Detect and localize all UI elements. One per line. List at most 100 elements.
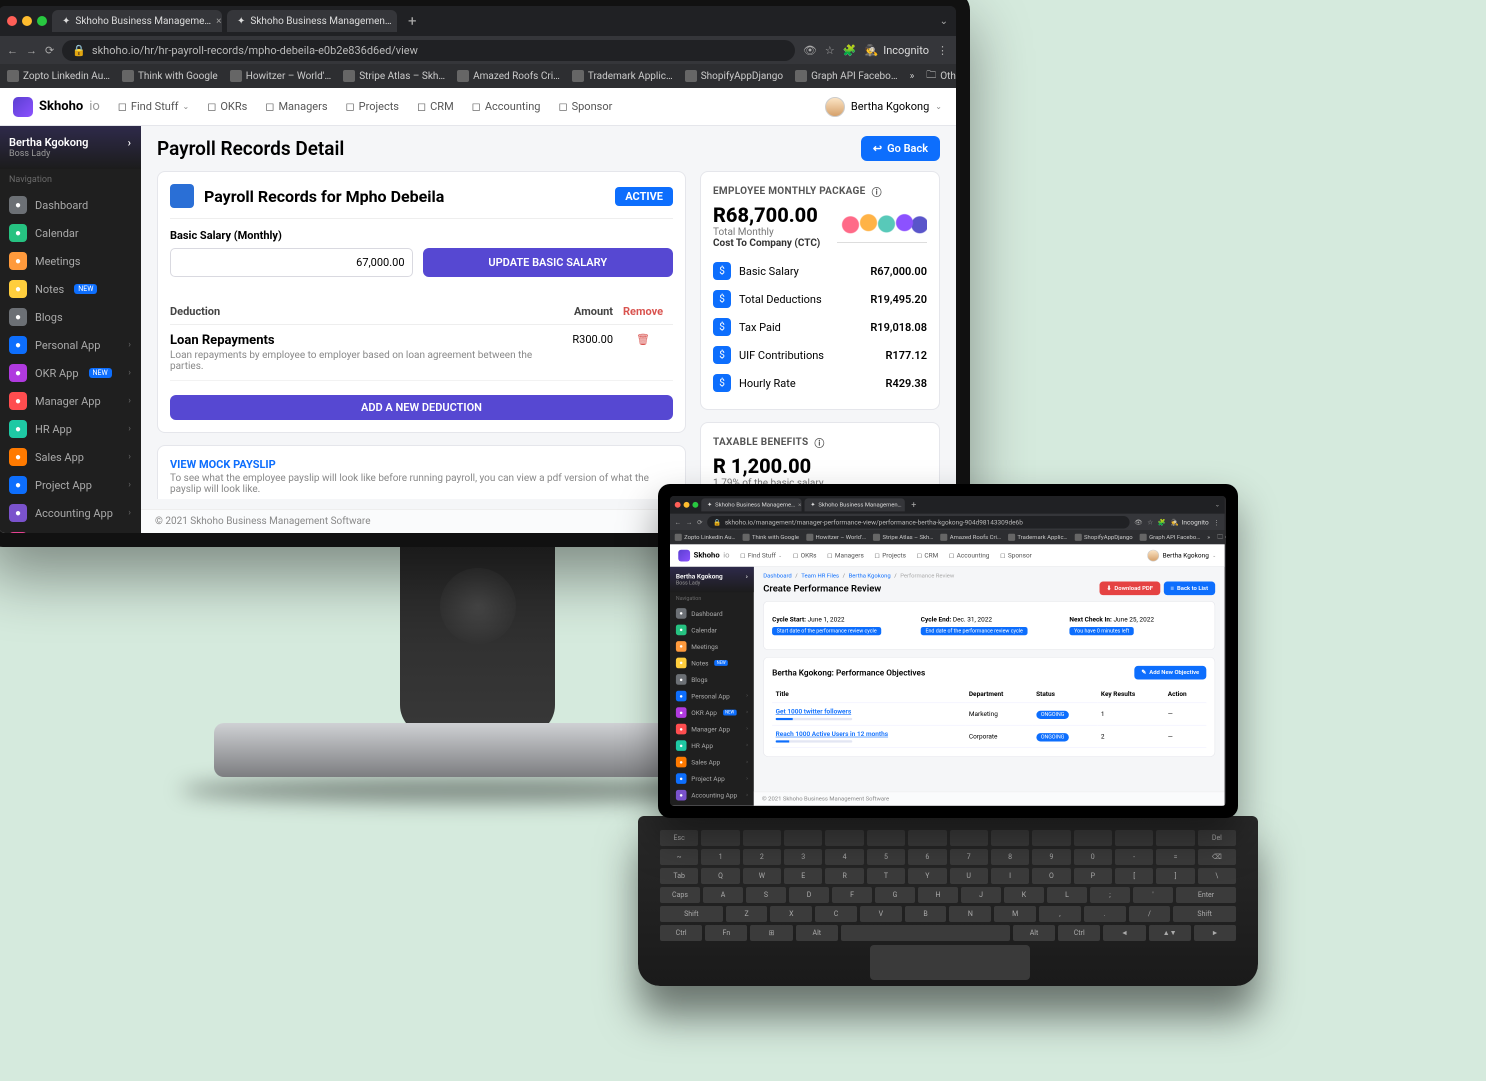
sidebar-item[interactable]: ●Personal App› bbox=[670, 688, 754, 705]
sidebar-item[interactable]: ●Personal App› bbox=[0, 331, 141, 359]
back-to-list-button[interactable]: ≡ Back to List bbox=[1164, 582, 1216, 596]
extensions-icon[interactable]: 🧩 bbox=[843, 44, 857, 57]
objective-link[interactable]: Get 1000 twitter followers bbox=[776, 708, 852, 716]
sidebar-item[interactable]: ●Project App› bbox=[670, 770, 754, 787]
window-maximize-icon[interactable] bbox=[37, 16, 47, 26]
topnav-item[interactable]: ◻OKRs bbox=[793, 551, 817, 559]
info-icon[interactable]: ⓘ bbox=[872, 184, 882, 199]
topnav-item[interactable]: ◻CRM bbox=[417, 100, 454, 113]
tab-close-icon[interactable]: × bbox=[216, 16, 221, 27]
reload-icon[interactable]: ⟳ bbox=[697, 518, 702, 526]
window-minimize-icon[interactable] bbox=[684, 502, 690, 508]
topnav-item[interactable]: ◻Projects bbox=[346, 100, 399, 113]
bookmark-item[interactable]: Graph API Facebo… bbox=[795, 70, 897, 82]
breadcrumb-link[interactable]: Bertha Kgokong bbox=[849, 573, 891, 579]
window-minimize-icon[interactable] bbox=[22, 16, 32, 26]
sidebar-item[interactable]: ●Project App› bbox=[0, 471, 141, 499]
info-icon[interactable]: ⓘ bbox=[814, 435, 824, 450]
go-back-button[interactable]: ↩Go Back bbox=[861, 136, 940, 161]
sidebar-item[interactable]: ●Accounting App› bbox=[0, 499, 141, 527]
add-objective-button[interactable]: ✎ Add New Objective bbox=[1134, 666, 1206, 680]
sidebar-user[interactable]: Bertha Kgokong› bbox=[9, 136, 131, 149]
sidebar-item[interactable]: ●Manager App› bbox=[670, 721, 754, 738]
menu-icon[interactable]: ⋮ bbox=[937, 44, 948, 57]
user-menu[interactable]: Bertha Kgokong⌄ bbox=[1147, 549, 1216, 561]
eye-off-icon[interactable]: 👁 bbox=[803, 44, 817, 57]
bookmark-item[interactable]: Howitzer – World'… bbox=[806, 534, 866, 541]
topnav-item[interactable]: ◻Managers bbox=[827, 551, 864, 559]
add-deduction-button[interactable]: ADD A NEW DEDUCTION bbox=[170, 395, 673, 420]
download-pdf-button[interactable]: ⬇ Download PDF bbox=[1099, 582, 1160, 596]
view-payslip-link[interactable]: VIEW MOCK PAYSLIP bbox=[170, 458, 673, 471]
topnav-item[interactable]: ◻Accounting bbox=[472, 100, 541, 113]
bookmark-item[interactable]: Zopto Linkedin Au… bbox=[7, 70, 110, 82]
bookmark-item[interactable]: ShopifyAppDjango bbox=[1075, 534, 1133, 541]
bookmark-item[interactable]: Graph API Facebo… bbox=[1140, 534, 1200, 541]
sidebar-item[interactable]: ●HR App› bbox=[670, 737, 754, 754]
forward-icon[interactable]: → bbox=[686, 518, 692, 526]
basic-salary-input[interactable] bbox=[170, 248, 413, 277]
reload-icon[interactable]: ⟳ bbox=[45, 44, 54, 57]
browser-tab[interactable]: ✦Skhoho Business Managemen…× bbox=[227, 10, 397, 32]
bookmark-item[interactable]: Trademark Applic… bbox=[1008, 534, 1068, 541]
sidebar-item[interactable]: ●Dashboard bbox=[0, 191, 141, 219]
breadcrumb-link[interactable]: Team HR Files bbox=[801, 573, 839, 579]
user-menu[interactable]: Bertha Kgokong ⌄ bbox=[825, 97, 942, 117]
sidebar-item[interactable]: ●Meetings bbox=[670, 638, 754, 655]
back-icon[interactable]: ← bbox=[675, 518, 681, 526]
trash-icon[interactable]: 🗑 bbox=[613, 333, 673, 372]
breadcrumb-link[interactable]: Dashboard bbox=[763, 573, 792, 579]
topnav-item[interactable]: ◻Managers bbox=[265, 100, 327, 113]
bookmark-item[interactable]: Amazed Roofs Cri… bbox=[940, 534, 1001, 541]
browser-tab[interactable]: ✦Skhoho Business Managemen…× bbox=[805, 498, 905, 511]
sidebar-item[interactable]: ●Sponsor› bbox=[670, 803, 754, 805]
topnav-item[interactable]: ◻Projects bbox=[874, 551, 906, 559]
new-tab-button[interactable]: + bbox=[402, 12, 423, 30]
bookmark-item[interactable]: Think with Google bbox=[122, 70, 218, 82]
tabs-menu-icon[interactable]: ⌄ bbox=[940, 16, 948, 27]
sidebar-item[interactable]: ●Blogs bbox=[0, 303, 141, 331]
sidebar-item[interactable]: ●HR App› bbox=[0, 415, 141, 443]
sidebar-item[interactable]: ●Blogs bbox=[670, 671, 754, 688]
other-bookmarks[interactable]: 🗀 Other Bookmarks bbox=[1217, 532, 1226, 542]
sidebar-item[interactable]: ●NotesNEW bbox=[670, 655, 754, 672]
sidebar-item[interactable]: ●NotesNEW bbox=[0, 275, 141, 303]
other-bookmarks[interactable]: 🗀 Other Bookmarks bbox=[926, 68, 956, 85]
bookmark-item[interactable]: Howitzer – World'… bbox=[230, 70, 331, 82]
sidebar-item[interactable]: ●OKR AppNEW› bbox=[0, 359, 141, 387]
brand-logo[interactable]: Skhohoio bbox=[678, 549, 729, 561]
browser-tab[interactable]: ✦Skhoho Business Manageme…× bbox=[52, 10, 222, 32]
url-field[interactable]: 🔒skhoho.io/management/manager-performanc… bbox=[707, 516, 1129, 528]
objective-link[interactable]: Reach 1000 Active Users in 12 months bbox=[776, 730, 888, 738]
window-close-icon[interactable] bbox=[7, 16, 17, 26]
sidebar-item[interactable]: ●Meetings bbox=[0, 247, 141, 275]
topnav-item[interactable]: ◻OKRs bbox=[207, 100, 247, 113]
topnav-item[interactable]: ◻Find Stuff⌄ bbox=[118, 100, 189, 113]
sidebar-item[interactable]: ●Calendar bbox=[0, 219, 141, 247]
bookmark-item[interactable]: Zopto Linkedin Au… bbox=[675, 534, 736, 541]
bookmark-item[interactable]: Think with Google bbox=[743, 534, 800, 541]
star-icon[interactable]: ☆ bbox=[825, 44, 835, 57]
sidebar-item[interactable]: ●Dashboard bbox=[670, 605, 754, 622]
bookmark-item[interactable]: Stripe Atlas – Skh… bbox=[343, 70, 445, 82]
bookmark-item[interactable]: Stripe Atlas – Skh… bbox=[873, 534, 933, 541]
sidebar-item[interactable]: ●Sponsor› bbox=[0, 527, 141, 533]
sidebar-item[interactable]: ●Sales App› bbox=[0, 443, 141, 471]
topnav-item[interactable]: ◻Sponsor bbox=[1000, 551, 1032, 559]
window-close-icon[interactable] bbox=[675, 502, 681, 508]
bookmark-item[interactable]: ShopifyAppDjango bbox=[685, 70, 783, 82]
new-tab-button[interactable]: + bbox=[908, 500, 920, 511]
topnav-item[interactable]: ◻CRM bbox=[917, 551, 939, 559]
bookmark-item[interactable]: Amazed Roofs Cri… bbox=[457, 70, 560, 82]
topnav-item[interactable]: ◻Accounting bbox=[949, 551, 990, 559]
topnav-item[interactable]: ◻Sponsor bbox=[558, 100, 612, 113]
bookmark-item[interactable]: Trademark Applic… bbox=[572, 70, 673, 82]
back-icon[interactable]: ← bbox=[7, 44, 18, 57]
sidebar-item[interactable]: ●Accounting App› bbox=[670, 787, 754, 804]
brand-logo[interactable]: Skhohoio bbox=[13, 97, 100, 117]
sidebar-item[interactable]: ●Manager App› bbox=[0, 387, 141, 415]
sidebar-item[interactable]: ●Calendar bbox=[670, 622, 754, 639]
url-field[interactable]: 🔒 skhoho.io/hr/hr-payroll-records/mpho-d… bbox=[62, 40, 795, 61]
forward-icon[interactable]: → bbox=[26, 44, 37, 57]
window-maximize-icon[interactable] bbox=[692, 502, 698, 508]
